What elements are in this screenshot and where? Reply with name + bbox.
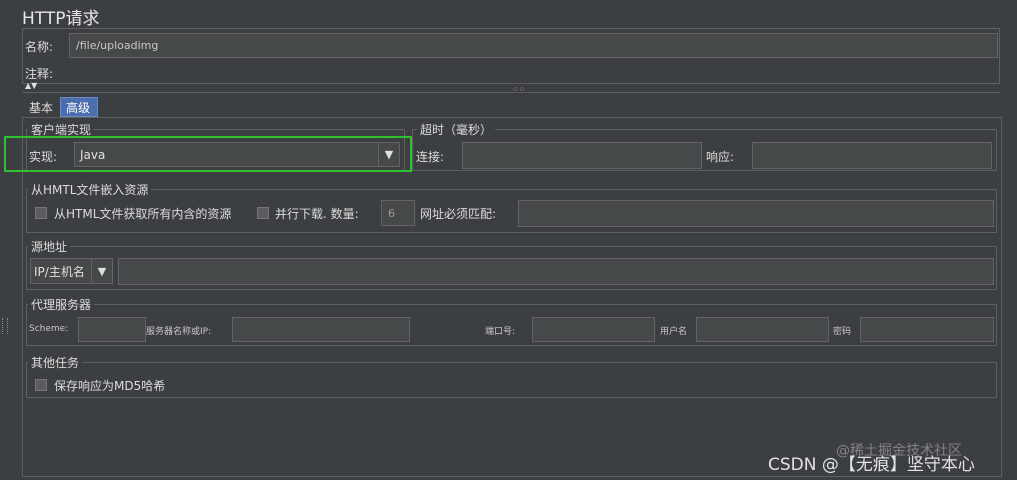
tab-basic[interactable]: 基本 [24, 97, 60, 117]
source-type-select[interactable]: IP/主机名 ▼ [30, 258, 113, 284]
proxy-port-field[interactable] [532, 317, 655, 342]
fetch-embedded-checkbox[interactable] [35, 207, 47, 219]
connect-timeout-field[interactable] [462, 142, 702, 169]
proxy-legend: 代理服务器 [28, 296, 95, 313]
url-match-label: 网址必须匹配: [420, 207, 497, 221]
response-timeout-label: 响应: [706, 150, 735, 164]
splitter-line [22, 92, 1000, 93]
source-address-field[interactable] [118, 258, 994, 285]
timeout-legend: 超时（毫秒） [417, 121, 496, 138]
embedded-resources-legend: 从HMTL文件嵌入资源 [28, 181, 152, 198]
source-address-legend: 源地址 [28, 238, 71, 255]
md5-hash-label: 保存响应为MD5哈希 [54, 379, 166, 393]
chevron-down-icon[interactable]: ▼ [91, 259, 112, 283]
page-title: HTTP请求 [22, 9, 100, 29]
proxy-user-label: 用户名 [660, 327, 688, 337]
other-tasks-legend: 其他任务 [28, 354, 83, 371]
proxy-user-field[interactable] [696, 317, 829, 342]
proxy-password-label: 密码 [833, 327, 852, 337]
collapse-arrows-icon[interactable]: ▲▼ [25, 82, 37, 90]
name-field[interactable]: /file/uploadimg [69, 33, 998, 58]
side-drag-handle-icon[interactable] [2, 318, 8, 334]
name-label: 名称: [25, 40, 54, 54]
proxy-port-label: 端口号: [485, 327, 516, 337]
parallel-download-label: 并行下载. 数量: [275, 207, 359, 221]
comment-label: 注释: [25, 67, 54, 81]
url-match-field[interactable] [518, 200, 994, 227]
source-type-value: IP/主机名 [34, 264, 85, 279]
fetch-embedded-label: 从HTML文件获取所有内含的资源 [54, 207, 232, 221]
annotation-highlight [4, 136, 412, 172]
watermark-csdn: CSDN @【无痕】坚守本心 [768, 455, 975, 475]
proxy-password-field[interactable] [860, 317, 994, 342]
proxy-scheme-field[interactable] [78, 317, 146, 342]
other-tasks-panel [26, 362, 997, 398]
parallel-download-checkbox[interactable] [257, 207, 269, 219]
connect-timeout-label: 连接: [416, 150, 445, 164]
comment-field[interactable] [69, 60, 998, 82]
proxy-host-label: 服务器名称或IP: [146, 327, 212, 337]
parallel-count-field[interactable]: 6 [381, 200, 415, 226]
response-timeout-field[interactable] [752, 142, 992, 169]
proxy-host-field[interactable] [232, 317, 410, 342]
proxy-scheme-label: Scheme: [29, 324, 69, 334]
tab-advanced[interactable]: 高级 [60, 97, 98, 117]
md5-hash-checkbox[interactable] [35, 379, 47, 391]
